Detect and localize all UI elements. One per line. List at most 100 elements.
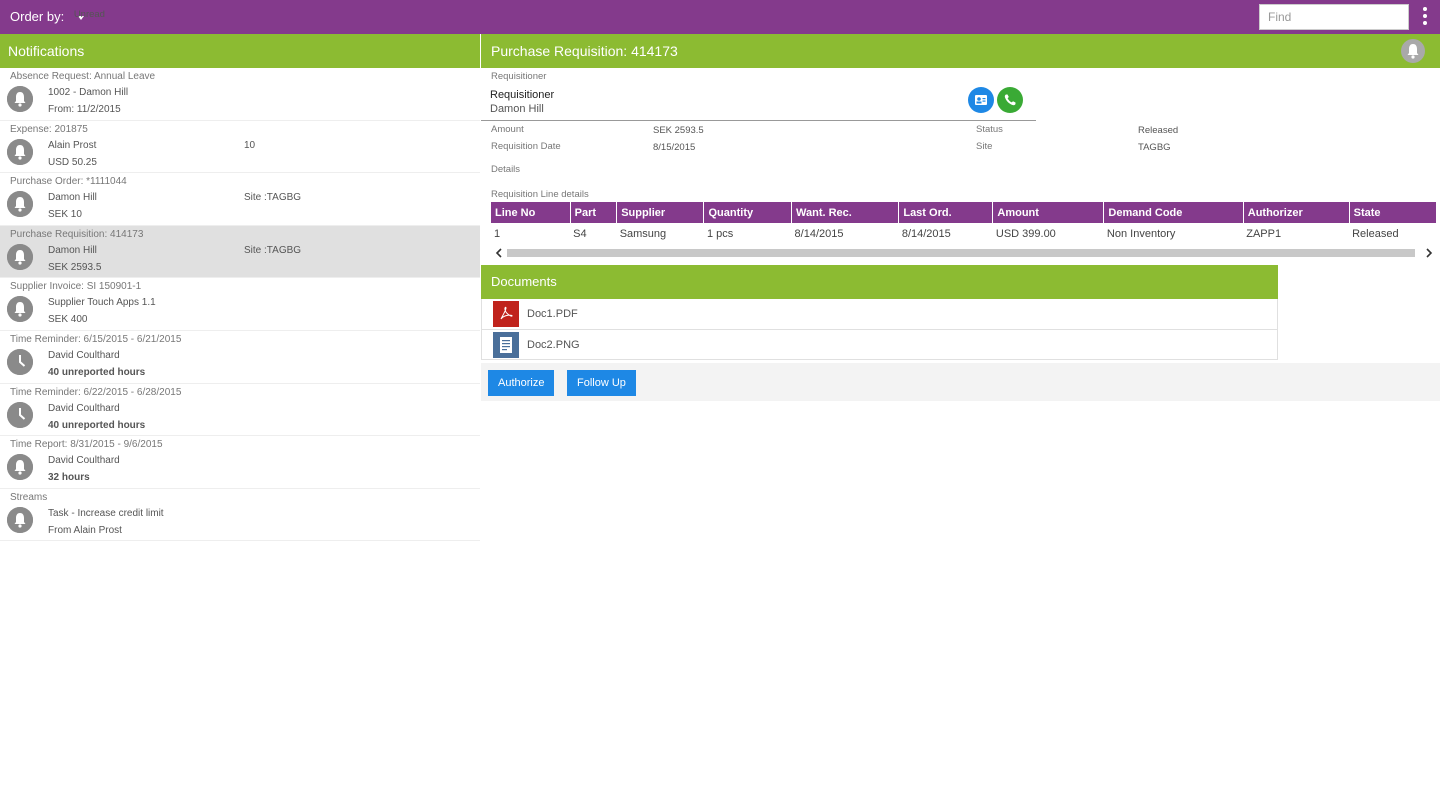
notifications-header: Notifications [0, 34, 480, 68]
document-item[interactable]: Doc1.PDF [481, 299, 1278, 330]
notification-line1: Supplier Touch Apps 1.1 [48, 297, 156, 309]
table-cell: S4 [573, 227, 587, 240]
table-row[interactable]: 1 S4 Samsung 1 pcs 8/14/2015 8/14/2015 USD 399… [491, 223, 1437, 244]
notification-line2: 40 unreported hours [48, 366, 146, 378]
table-header-row: Line No Part Supplier Quantity Want. Rec. Las… [491, 202, 1438, 223]
scroll-left-icon[interactable] [493, 246, 505, 260]
column-header[interactable]: Demand Code [1103, 202, 1244, 223]
documents-panel: Documents Doc1.PDF Doc2.PNG [481, 265, 1278, 360]
notification-line1: Damon Hill [48, 192, 97, 204]
bell-icon [7, 296, 33, 323]
column-header[interactable]: Amount [992, 202, 1105, 223]
bell-icon [7, 506, 33, 533]
notification-item[interactable]: Expense: 201875 Alain Prost USD 50.25 10 [0, 121, 480, 174]
notification-item[interactable]: Purchase Requisition: 414173 Damon Hill SE… [0, 225, 480, 279]
table-cell: Samsung [619, 227, 667, 240]
notification-title: Time Report: 8/31/2015 - 9/6/2015 [10, 439, 163, 451]
notification-title: Purchase Order: *1111044 [10, 176, 127, 188]
column-header[interactable]: Want. Rec. [791, 202, 900, 223]
notification-line2: SEK 2593.5 [48, 261, 102, 273]
notification-title: Time Reminder: 6/15/2015 - 6/21/2015 [10, 333, 182, 345]
document-name: Doc1.PDF [527, 308, 578, 320]
notification-title: Purchase Requisition: 414173 [10, 228, 144, 240]
column-header[interactable]: Quantity [703, 202, 793, 223]
documents-header: Documents [481, 265, 1278, 299]
detail-pane: Purchase Requisition: 414173 Requisition… [481, 34, 1440, 810]
notification-item[interactable]: Time Reminder: 6/15/2015 - 6/21/2015 Davi… [0, 331, 480, 384]
contact-card-icon[interactable] [968, 87, 994, 113]
column-header[interactable]: Last Ord. [898, 202, 994, 223]
notification-line2: 40 unreported hours [48, 419, 146, 431]
table-cell: Non Inventory [1106, 227, 1176, 240]
bell-icon [7, 454, 33, 481]
column-header[interactable]: State [1349, 202, 1438, 223]
user-avatar-icon[interactable] [1401, 39, 1425, 63]
phone-call-icon[interactable] [997, 87, 1023, 113]
column-header[interactable]: Line No [491, 202, 571, 223]
document-name: Doc2.PNG [527, 338, 580, 351]
notification-title: Expense: 201875 [10, 123, 88, 135]
column-header[interactable]: Part [570, 202, 618, 223]
top-bar: Order by: Unread [0, 0, 1440, 34]
notification-line2: USD 50.25 [48, 156, 97, 168]
site-value: TAGBG [1138, 142, 1171, 153]
document-item[interactable]: Doc2.PNG [481, 329, 1278, 360]
details-label: Details [491, 164, 521, 175]
column-header[interactable]: Authorizer [1243, 202, 1350, 223]
search-input[interactable] [1259, 4, 1409, 30]
notification-title: Supplier Invoice: SI 150901-1 [10, 281, 142, 293]
status-value: Released [1138, 125, 1179, 136]
table-cell: USD 399.00 [995, 227, 1056, 240]
follow-up-button[interactable]: Follow Up [567, 370, 636, 396]
detail-header: Purchase Requisition: 414173 [481, 34, 1440, 68]
table-cell: 1 [494, 227, 501, 240]
notification-extra: Site :TAGBG [244, 244, 302, 256]
notification-item[interactable]: Purchase Order: *1111044 Damon Hill SEK 10… [0, 173, 480, 226]
column-header[interactable]: Supplier [616, 202, 705, 223]
notification-item[interactable]: Time Report: 8/31/2015 - 9/6/2015 David C… [0, 436, 480, 489]
more-menu-icon[interactable] [1418, 7, 1432, 27]
scroll-right-icon[interactable] [1423, 246, 1435, 260]
notification-item[interactable]: Absence Request: Annual Leave 1002 - Damo… [0, 68, 480, 121]
requisition-date-value: 8/15/2015 [653, 142, 696, 153]
bell-icon [7, 138, 33, 165]
horizontal-scrollbar[interactable] [491, 246, 1437, 260]
order-by-label: Order by: [10, 9, 65, 24]
notification-line1: 1002 - Damon Hill [48, 87, 129, 98]
notification-line1: David Coulthard [48, 349, 120, 361]
notification-extra: Site :TAGBG [244, 192, 302, 204]
authorize-button[interactable]: Authorize [488, 370, 555, 396]
notification-item[interactable]: Streams Task - Increase credit limit From … [0, 489, 480, 542]
requisitioner-name: Damon Hill [490, 103, 544, 115]
order-by-control[interactable]: Order by: Unread [10, 9, 105, 24]
table-cell: 8/14/2015 [901, 227, 951, 240]
notification-item[interactable]: Time Reminder: 6/22/2015 - 6/28/2015 Davi… [0, 384, 480, 437]
notification-line1: Alain Prost [48, 139, 97, 151]
notification-list: Absence Request: Annual Leave 1002 - Damo… [0, 68, 480, 542]
table-cell: 1 pcs [706, 227, 734, 240]
amount-label: Amount [491, 124, 524, 135]
notification-line1: David Coulthard [48, 455, 120, 467]
order-by-dropdown[interactable]: Unread [74, 9, 105, 20]
table-cell: 8/14/2015 [794, 227, 844, 240]
notification-line2: From Alain Prost [48, 524, 122, 536]
amount-value: SEK 2593.5 [653, 125, 704, 136]
requisitioner-label: Requisitioner [490, 89, 555, 101]
notification-line1: David Coulthard [48, 402, 120, 414]
notification-title: Absence Request: Annual Leave [10, 71, 156, 82]
notification-line1: Damon Hill [48, 244, 97, 256]
notification-line2: 32 hours [48, 472, 90, 484]
notification-item[interactable]: Supplier Invoice: SI 150901-1 Supplier To… [0, 278, 480, 331]
scrollbar-thumb[interactable] [507, 249, 1415, 257]
bell-icon [7, 243, 33, 270]
requisition-date-label: Requisition Date [491, 141, 561, 152]
requisitioner-divider [481, 120, 1036, 121]
bell-icon [7, 191, 33, 218]
notifications-pane: Notifications Absence Request: Annual Le… [0, 34, 480, 810]
site-label: Site [976, 141, 993, 152]
clock-icon [7, 348, 33, 375]
notification-extra: 10 [244, 139, 256, 151]
image-file-icon [493, 331, 519, 358]
requisitioner-section-label: Requisitioner [491, 71, 547, 82]
notification-line1: Task - Increase credit limit [48, 507, 164, 519]
